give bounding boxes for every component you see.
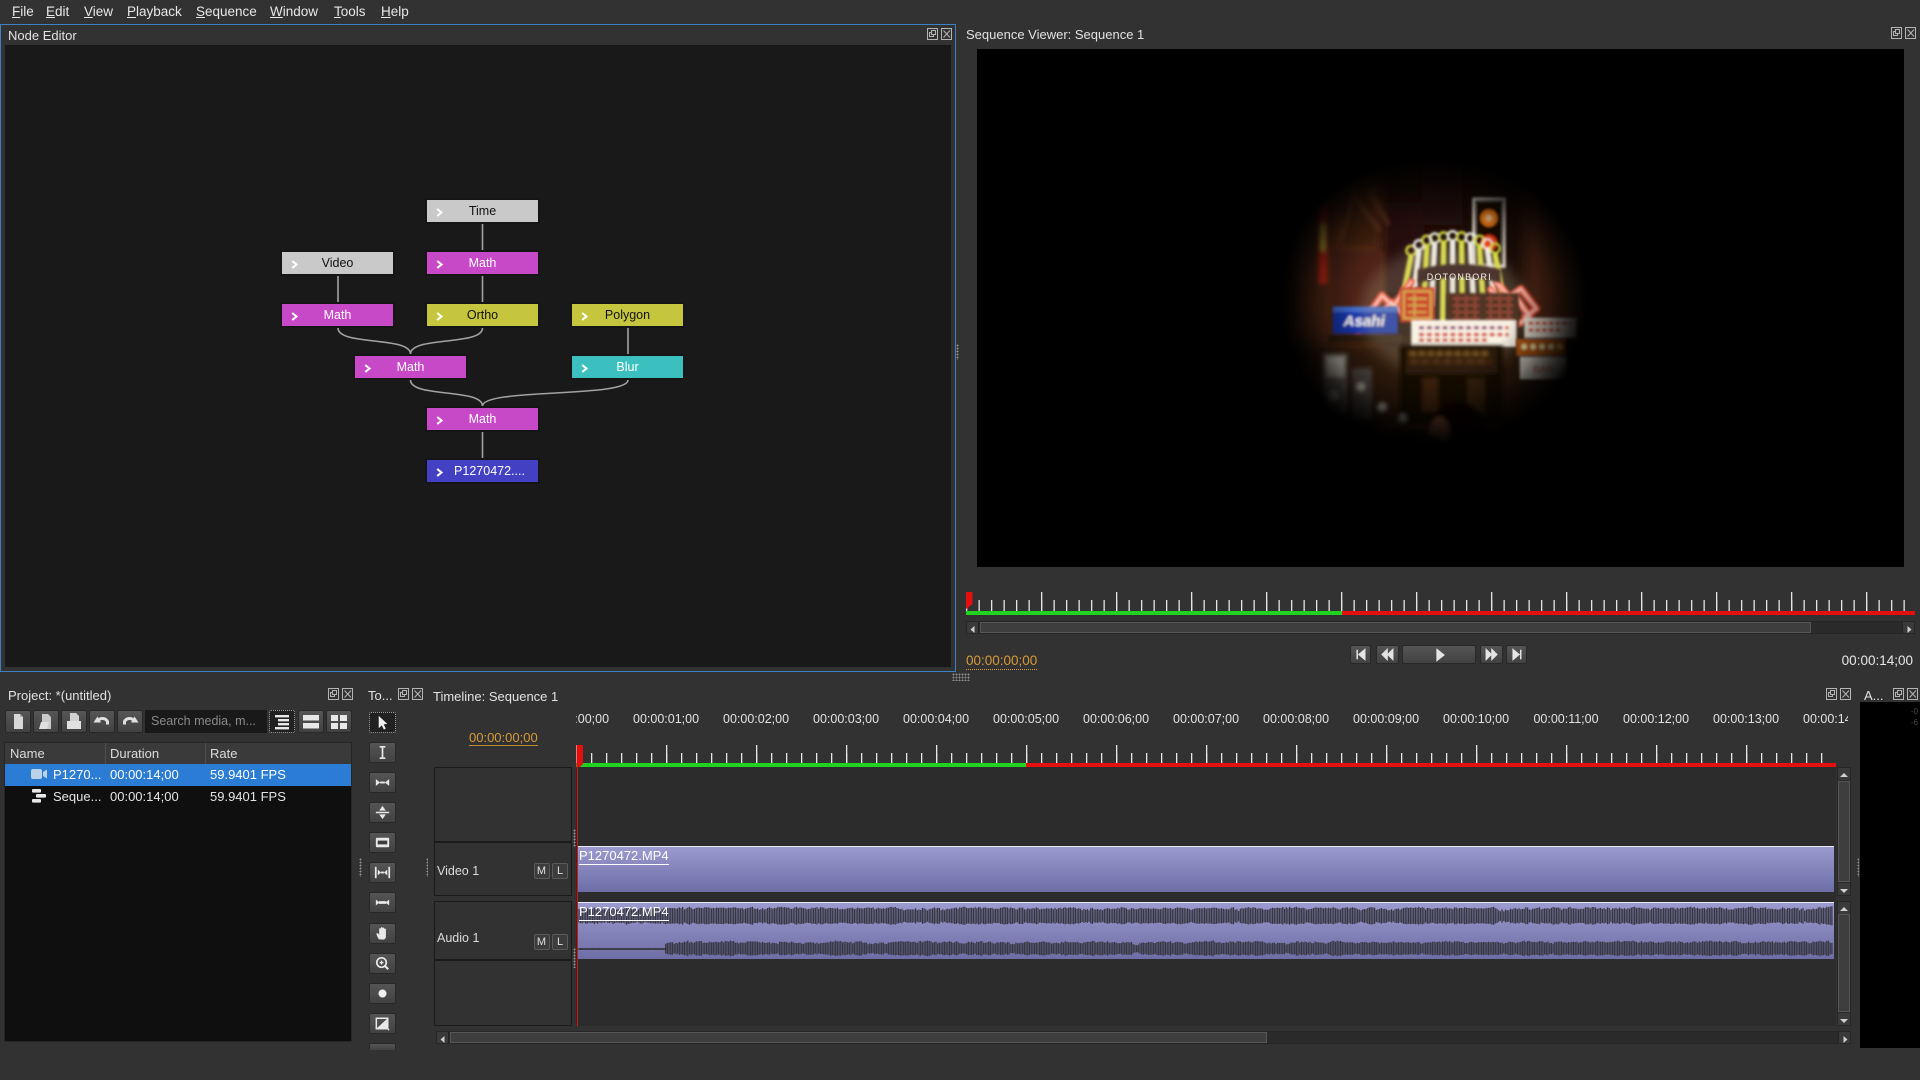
svg-text:BAR: BAR <box>1533 365 1554 376</box>
